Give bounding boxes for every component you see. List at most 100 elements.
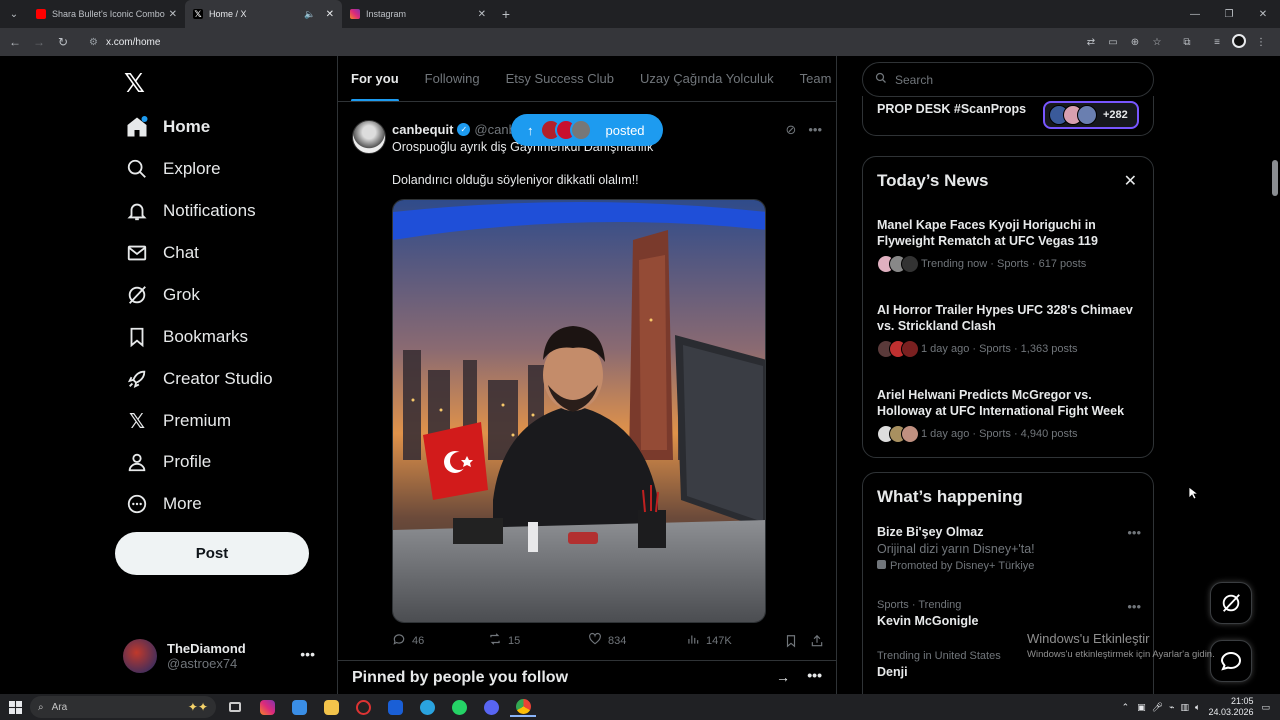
nav-creator-studio[interactable]: Creator Studio	[124, 359, 273, 399]
microphone-icon[interactable]: 🎤︎	[1152, 702, 1163, 713]
page-scrollbar[interactable]	[1270, 56, 1280, 694]
menu-icon[interactable]: ⋮	[1250, 37, 1272, 48]
bluesky-app-icon[interactable]	[382, 697, 408, 717]
clock[interactable]: 21:05 24.03.2026	[1208, 696, 1253, 718]
close-tab-icon[interactable]: ✕	[478, 9, 486, 20]
member-avatars[interactable]: +282	[1043, 101, 1139, 129]
rocket-icon	[124, 366, 150, 392]
tab-uzay-caginda-yolculuk[interactable]: Uzay Çağında Yolculuk	[627, 56, 787, 101]
task-view-icon[interactable]	[222, 697, 248, 717]
nav-premium[interactable]: 𝕏 Premium	[124, 401, 231, 441]
nav-bookmarks[interactable]: Bookmarks	[124, 317, 248, 357]
speaker-icon[interactable]: 🔈	[304, 9, 315, 20]
browser-tab-instagram[interactable]: Instagram ✕	[342, 0, 494, 28]
trend-item[interactable]: Bize Bi'şey Olmaz Orijinal dizi yarın Di…	[877, 525, 1141, 572]
tab-following[interactable]: Following	[412, 56, 493, 101]
media-icon[interactable]: ≡	[1206, 37, 1228, 48]
pinned-section-header[interactable]: Pinned by people you follow → •••	[338, 660, 836, 694]
news-item[interactable]: AI Horror Trailer Hypes UFC 328's Chimae…	[877, 302, 1141, 358]
url-field[interactable]: ⚙ x.com/home	[81, 31, 1081, 53]
close-icon[interactable]: ✕	[1124, 171, 1137, 191]
new-tab-button[interactable]: +	[494, 6, 518, 22]
bookmark-button[interactable]	[784, 634, 810, 648]
star-icon[interactable]: ☆	[1146, 37, 1168, 48]
search-input[interactable]: Search	[862, 62, 1154, 97]
nav-profile[interactable]: Profile	[124, 442, 211, 482]
tab-etsy-success-club[interactable]: Etsy Success Club	[493, 56, 627, 101]
trend-item[interactable]: Sports · Trending Kevin McGonigle •••	[877, 599, 1141, 628]
network-icon[interactable]: ▥	[1181, 702, 1190, 713]
nav-explore[interactable]: Explore	[124, 149, 221, 189]
tab-for-you[interactable]: For you	[338, 56, 412, 101]
app-icon[interactable]	[350, 697, 376, 717]
grok-icon[interactable]: ⊘	[785, 122, 796, 138]
cast-icon[interactable]: ▭	[1102, 37, 1124, 48]
close-tab-icon[interactable]: ✕	[169, 9, 177, 20]
nav-home[interactable]: Home	[124, 107, 210, 147]
reply-button[interactable]: 46	[392, 632, 488, 649]
new-posts-pill[interactable]: ↑ posted	[511, 114, 663, 146]
more-dots-icon[interactable]: •••	[1127, 599, 1141, 614]
browser-tab-youtube[interactable]: Shara Bullet's Iconic Combo ✕	[28, 0, 185, 28]
notifications-icon[interactable]: ▭	[1261, 702, 1270, 713]
grok-icon	[1222, 594, 1240, 612]
reply-icon	[392, 632, 406, 649]
zoom-icon[interactable]: ⊕	[1124, 37, 1146, 48]
site-info-icon[interactable]: ⚙	[89, 37, 98, 48]
close-window-icon[interactable]: ✕	[1246, 0, 1280, 28]
like-button[interactable]: 834	[588, 632, 686, 649]
nav-grok[interactable]: Grok	[124, 275, 200, 315]
nav-notifications[interactable]: Notifications	[124, 191, 256, 231]
grok-fab[interactable]	[1210, 582, 1252, 624]
browser-tab-x[interactable]: 𝕏 Home / X 🔈 ✕	[185, 0, 342, 28]
restore-icon[interactable]: ❐	[1212, 0, 1246, 28]
file-explorer-icon[interactable]	[318, 697, 344, 717]
translate-icon[interactable]: ⇄	[1080, 37, 1102, 48]
nav-chat[interactable]: Chat	[124, 233, 199, 273]
account-switcher[interactable]: TheDiamond @astroex74 •••	[123, 636, 323, 676]
instagram-app-icon[interactable]	[254, 697, 280, 717]
tab-search-button[interactable]: ⌄	[0, 0, 28, 28]
repost-button[interactable]: 15	[488, 632, 588, 649]
windows-start-icon[interactable]	[0, 700, 30, 714]
telegram-app-icon[interactable]	[414, 697, 440, 717]
tweet[interactable]: canbequit ✓ @canb ⊘ ••• Orospuoğlu ayrık…	[338, 112, 836, 662]
forward-icon[interactable]: →	[27, 30, 51, 54]
tweet-author-name[interactable]: canbequit	[392, 122, 453, 137]
tray-app-icon[interactable]: ▣	[1137, 702, 1146, 713]
post-button[interactable]: Post	[115, 532, 309, 575]
scrollbar-thumb[interactable]	[1272, 160, 1278, 196]
arrow-right-icon[interactable]: →	[776, 669, 790, 685]
extensions-icon[interactable]: ⧉	[1176, 37, 1198, 48]
views-button[interactable]: 147K	[686, 632, 784, 649]
volume-icon[interactable]: 🔈︎	[1195, 702, 1200, 713]
messages-fab[interactable]	[1210, 640, 1252, 682]
more-dots-icon[interactable]: •••	[808, 122, 822, 138]
whatsapp-app-icon[interactable]	[446, 697, 472, 717]
news-item[interactable]: Manel Kape Faces Kyoji Horiguchi in Flyw…	[877, 217, 1141, 273]
close-tab-icon[interactable]: ✕	[326, 9, 334, 20]
news-item[interactable]: Ariel Helwani Predicts McGregor vs. Holl…	[877, 387, 1141, 443]
tweet-video[interactable]	[392, 199, 766, 623]
nav-more[interactable]: More	[124, 484, 202, 524]
tweet-avatar[interactable]	[352, 120, 386, 154]
share-button[interactable]	[810, 634, 824, 648]
tray-chevron-icon[interactable]: ⌃	[1122, 702, 1130, 713]
usb-icon[interactable]: ⌁	[1169, 702, 1174, 713]
chrome-app-icon[interactable]	[510, 697, 536, 717]
x-logo-icon[interactable]: 𝕏	[124, 68, 145, 99]
more-dots-icon[interactable]: •••	[300, 646, 315, 662]
tab-team-m[interactable]: Team M	[787, 56, 836, 101]
back-icon[interactable]: ←	[3, 30, 27, 54]
profile-icon[interactable]	[1228, 33, 1250, 51]
minimize-icon[interactable]: —	[1178, 0, 1212, 28]
photos-app-icon[interactable]	[286, 697, 312, 717]
taskbar-search[interactable]: ⌕ Ara ✦✦	[30, 696, 216, 718]
more-dots-icon[interactable]: •••	[807, 667, 822, 683]
reload-icon[interactable]: ↻	[51, 30, 75, 54]
tweet-author-handle[interactable]: @canb	[474, 122, 515, 137]
more-dots-icon[interactable]: •••	[1127, 525, 1141, 540]
discord-app-icon[interactable]	[478, 697, 504, 717]
prop-desk-community[interactable]: PROP DESK #ScanProps +282	[862, 96, 1154, 136]
taskbar-search-label: Ara	[51, 701, 68, 713]
